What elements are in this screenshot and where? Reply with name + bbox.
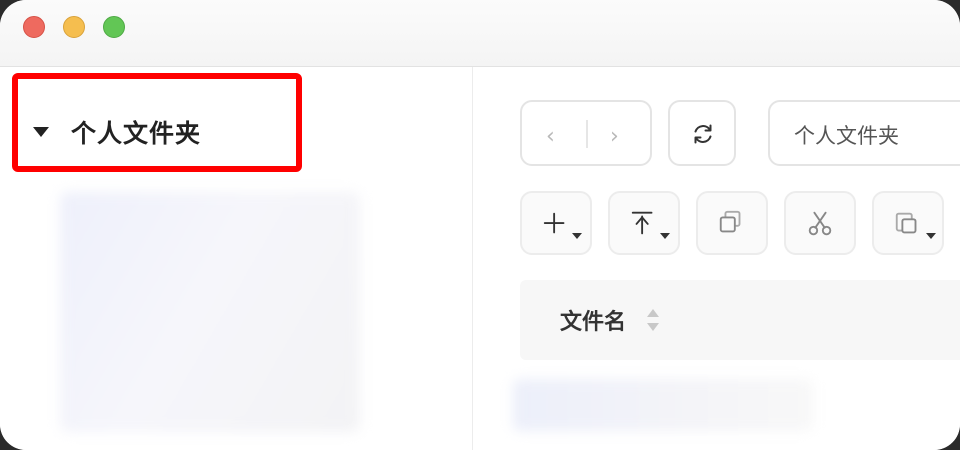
upload-button[interactable] [608,191,680,255]
chevron-left-icon[interactable]: ‹ [546,124,555,149]
cut-icon [808,211,832,236]
upload-icon [631,211,653,235]
dropdown-caret-icon [926,233,936,239]
path-text: 个人文件夹 [794,124,899,148]
divider [586,120,588,148]
copy-icon [719,210,741,233]
cut-button[interactable] [784,191,856,255]
refresh-button[interactable] [668,100,736,166]
sidebar: 个人文件夹 [0,67,473,450]
dropdown-caret-icon [572,233,582,239]
file-manager-window: 个人文件夹 ‹ › 个人文件夹 文件名 [0,0,960,450]
sort-icon[interactable] [646,307,660,333]
copy-button[interactable] [696,191,768,255]
path-field[interactable]: 个人文件夹 [768,100,960,166]
file-table-header: 文件名 [520,280,960,360]
navigation-button-group: ‹ › [520,100,652,166]
paste-button[interactable] [872,191,944,255]
add-icon [543,212,565,234]
blurred-file-row [513,379,813,431]
maximize-window-button[interactable] [103,16,125,38]
chevron-right-icon[interactable]: › [610,124,619,149]
dropdown-caret-icon [660,233,670,239]
add-button[interactable] [520,191,592,255]
title-bar [0,0,960,67]
highlight-annotation-box [12,73,302,172]
minimize-window-button[interactable] [63,16,85,38]
blurred-folder-list [60,192,360,432]
column-header-filename[interactable]: 文件名 [560,304,626,336]
main-panel: ‹ › 个人文件夹 文件名 [473,67,960,450]
close-window-button[interactable] [23,16,45,38]
refresh-icon [694,124,712,144]
paste-icon [895,212,917,234]
